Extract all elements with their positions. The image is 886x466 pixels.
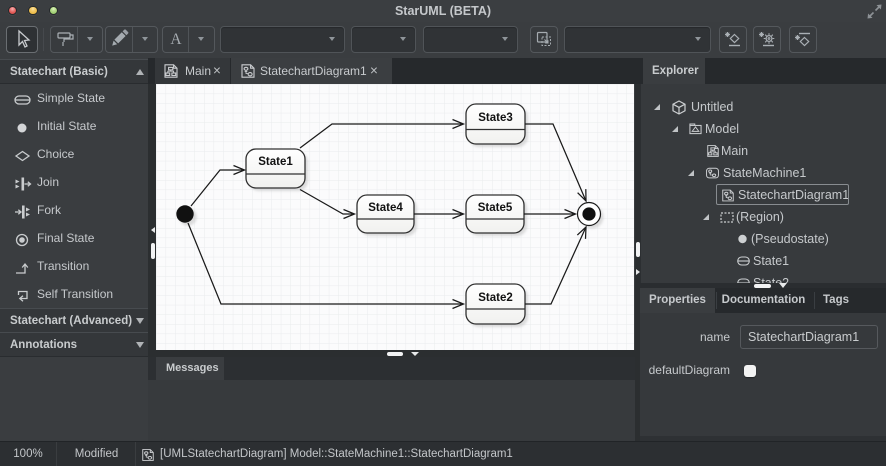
svg-text:State4: State4: [368, 202, 403, 214]
svg-text:State5: State5: [478, 202, 513, 214]
svg-text:State3: State3: [478, 112, 513, 124]
svg-text:State2: State2: [478, 292, 513, 304]
svg-text:State1: State1: [258, 156, 293, 168]
